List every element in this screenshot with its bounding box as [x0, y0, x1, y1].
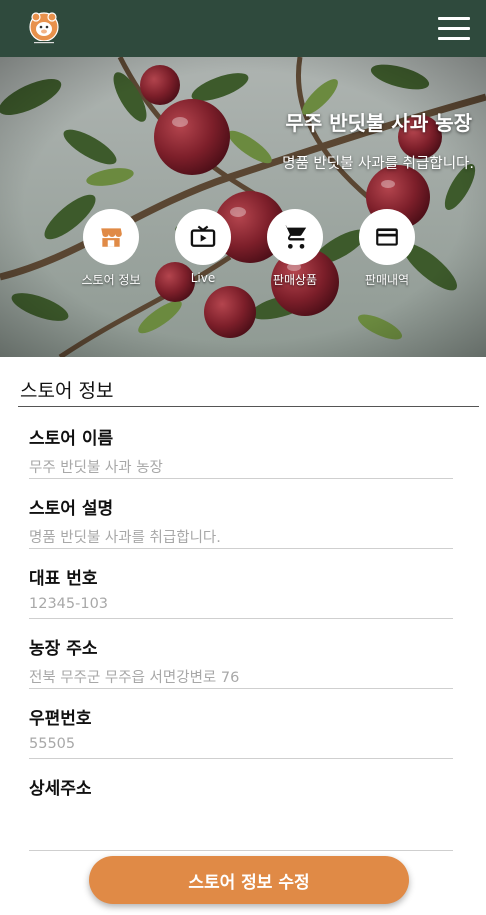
field-label: 우편번호 [29, 709, 92, 729]
tv-play-icon[interactable] [175, 209, 231, 265]
nav-products[interactable]: 판매상품 [255, 209, 335, 288]
store-description-input[interactable]: 명품 반딧불 사과를 취급합니다. [29, 526, 453, 546]
field-underline [29, 850, 453, 851]
apple-tree-photo [0, 57, 486, 357]
field-label: 스토어 이름 [29, 429, 114, 449]
store-icon[interactable] [83, 209, 139, 265]
nav-label: 스토어 정보 [81, 273, 141, 287]
field-label: 대표 번호 [29, 569, 98, 589]
field-detail-address: 상세주소 [29, 774, 453, 851]
field-label: 상세주소 [29, 779, 92, 799]
top-bar [0, 0, 486, 57]
field-underline [29, 618, 453, 619]
field-label: 농장 주소 [29, 639, 98, 659]
nav-label: Live [190, 271, 216, 285]
phone-input[interactable]: 12345-103 [29, 596, 453, 616]
nav-sales-history[interactable]: 판매내역 [347, 209, 427, 288]
nav-label: 판매내역 [364, 273, 410, 287]
hamburger-menu-icon[interactable] [438, 17, 470, 41]
field-phone: 대표 번호 12345-103 [29, 564, 453, 619]
edit-store-info-button[interactable]: 스토어 정보 수정 [89, 856, 409, 904]
nav-live[interactable]: Live [163, 209, 243, 285]
field-postal-code: 우편번호 55505 [29, 704, 453, 759]
cart-icon[interactable] [267, 209, 323, 265]
farm-address-input[interactable]: 전북 무주군 무주읍 서면강변로 76 [29, 666, 453, 686]
hero-banner: 무주 반딧불 사과 농장 명품 반딧불 사과를 취급합니다. 스토어 정보 Li… [0, 57, 486, 357]
field-farm-address: 농장 주소 전북 무주군 무주읍 서면강변로 76 [29, 634, 453, 689]
nav-store-info[interactable]: 스토어 정보 [71, 209, 151, 288]
field-underline [29, 688, 453, 689]
field-label: 스토어 설명 [29, 499, 114, 519]
detail-address-input[interactable] [29, 806, 453, 848]
field-underline [29, 758, 453, 759]
hero-title: 무주 반딧불 사과 농장 [285, 111, 473, 135]
store-name-input[interactable]: 무주 반딧불 사과 농장 [29, 456, 453, 476]
section-title: 스토어 정보 [20, 380, 114, 402]
nav-label: 판매상품 [272, 273, 318, 287]
field-underline [29, 478, 453, 479]
field-underline [29, 548, 453, 549]
credit-card-icon[interactable] [359, 209, 415, 265]
hero-subtitle: 명품 반딧불 사과를 취급합니다. [282, 156, 474, 172]
field-store-description: 스토어 설명 명품 반딧불 사과를 취급합니다. [29, 494, 453, 549]
field-store-name: 스토어 이름 무주 반딧불 사과 농장 [29, 424, 453, 479]
section-divider [18, 406, 479, 407]
postal-code-input[interactable]: 55505 [29, 736, 453, 756]
farm-logo-icon[interactable] [28, 12, 60, 46]
